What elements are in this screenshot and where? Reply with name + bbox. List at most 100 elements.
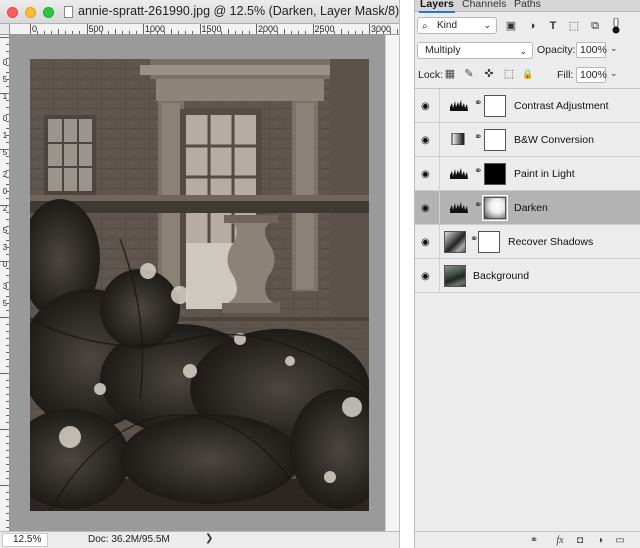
ruler-tick [6,191,9,192]
layer-style-icon[interactable]: fx [553,534,567,547]
ruler-tick [6,65,9,66]
black-white-adjustment-icon [451,133,465,145]
shape-filter-icon[interactable]: ⬚ [567,19,581,33]
minimize-window-button[interactable] [25,7,36,18]
document-size-info[interactable]: Doc: 36.2M/95.5M [88,534,170,545]
layer-row-contrast-adjustment[interactable]: ◉ ⚭ Contrast Adjustment [415,89,640,123]
layer-mask-thumbnail[interactable] [478,231,500,253]
layer-row-paint-in-light[interactable]: ◉ ⚭ Paint in Light [415,157,640,191]
ruler-tick [6,233,9,234]
lock-paint-icon[interactable]: ✎ [463,68,475,80]
layer-row-recover-shadows[interactable]: ◉ ⚭ Recover Shadows [415,225,640,259]
ruler-tick [6,184,9,185]
document-title: annie-spratt-261990.jpg @ 12.5% (Darken,… [78,4,408,18]
tab-channels[interactable]: Channels [462,0,506,10]
document-image[interactable] [30,59,369,511]
lock-all-icon[interactable]: 🔒 [522,68,534,80]
layer-thumbnail[interactable] [444,231,466,253]
layer-row-darken[interactable]: ◉ ⚭ Darken [415,191,640,225]
layer-mask-thumbnail[interactable] [484,95,506,117]
eye-icon[interactable]: ◉ [421,169,430,180]
lock-position-icon[interactable]: ✜ [483,68,495,80]
tab-layers[interactable]: Layers [420,0,454,10]
layer-row-bw-conversion[interactable]: ◉ ⚭ B&W Conversion [415,123,640,157]
vertical-ruler[interactable]: 05101520253035 [0,35,10,531]
blend-mode-select[interactable]: Multiply ⌄ [417,42,533,59]
zoom-level-field[interactable]: 12.5% [2,533,48,547]
layers-list: ◉ ⚭ Contrast Adjustment ◉ ⚭ B&W Conversi… [415,88,640,528]
lock-artboard-icon[interactable]: ⬚ [503,68,515,80]
document-titlebar[interactable]: annie-spratt-261990.jpg @ 12.5% (Darken,… [0,0,408,24]
eye-icon[interactable]: ◉ [421,135,430,146]
blend-opacity-row: Multiply ⌄ Opacity: 100% ⌄ [415,40,640,60]
eye-icon[interactable]: ◉ [421,237,430,248]
ruler-tick [0,373,9,374]
layer-name[interactable]: Darken [514,202,548,214]
layer-name[interactable]: Paint in Light [514,168,575,180]
ruler-minor-tick [72,31,74,34]
canvas-area[interactable] [10,35,385,531]
ruler-tick [6,114,9,115]
new-group-icon[interactable]: ▭ [613,534,627,547]
status-menu-arrow[interactable]: ❯ [205,533,213,544]
ruler-minor-tick [234,31,236,34]
ruler-major-tick [30,24,31,34]
maximize-window-button[interactable] [43,7,54,18]
ruler-origin[interactable] [0,24,10,35]
ruler-minor-tick [107,31,109,34]
lock-transparent-icon[interactable]: ▦ [444,68,456,80]
eye-icon[interactable]: ◉ [421,101,430,112]
mask-link-icon[interactable]: ⚭ [474,166,482,177]
horizontal-ruler[interactable]: 0 500 1000 1500 2000 2500 3000 [10,24,399,35]
ruler-tick [6,163,9,164]
filter-kind-select[interactable]: ⌕ Kind ⌄ [417,17,497,34]
fill-chevron-icon[interactable]: ⌄ [610,68,618,79]
ruler-tick [6,128,9,129]
mask-link-icon[interactable]: ⚭ [474,132,482,143]
ruler-tick [6,303,9,304]
eye-separator [439,225,440,259]
ruler-minor-tick [227,29,229,34]
link-layers-icon[interactable]: ⚭ [527,534,541,547]
layer-mask-thumbnail[interactable] [484,129,506,151]
eye-separator [439,259,440,293]
mask-link-icon[interactable]: ⚭ [474,200,482,211]
vertical-scrollbar[interactable] [385,35,399,531]
layer-mask-thumbnail[interactable] [482,195,508,221]
adjustment-filter-icon[interactable]: ◑ [525,19,539,33]
layer-row-background[interactable]: ◉ Background [415,259,640,293]
ruler-label: 3000 [371,24,392,34]
add-mask-icon[interactable]: ◘ [573,534,587,547]
eye-icon[interactable]: ◉ [421,203,430,214]
ruler-tick [6,422,9,423]
layer-name[interactable]: Recover Shadows [508,236,593,248]
ruler-major-tick [312,24,314,34]
ruler-tick [6,352,9,353]
ruler-tick [6,107,9,108]
mask-link-icon[interactable]: ⚭ [474,98,482,109]
ruler-tick [6,387,9,388]
panel-divider[interactable] [399,0,415,548]
opacity-chevron-icon[interactable]: ⌄ [610,43,618,54]
type-filter-icon[interactable]: T [546,19,560,33]
ruler-minor-tick [305,31,307,34]
ruler-tick [6,443,9,444]
fill-field[interactable]: 100% [576,67,607,83]
eye-separator [439,123,440,157]
layer-thumbnail[interactable] [444,265,466,287]
layer-name[interactable]: B&W Conversion [514,134,594,146]
tab-paths[interactable]: Paths [514,0,541,10]
smart-object-filter-icon[interactable]: ⧉ [588,19,602,33]
ruler-tick [6,212,9,213]
opacity-field[interactable]: 100% [576,42,607,58]
filter-kind-label: Kind [437,20,458,31]
new-adjustment-icon[interactable]: ◑ [593,534,607,547]
filter-toggle-icon[interactable] [612,18,620,34]
eye-icon[interactable]: ◉ [421,271,430,282]
pixel-filter-icon[interactable]: ▣ [504,19,518,33]
layer-name[interactable]: Contrast Adjustment [514,100,609,112]
layer-name[interactable]: Background [473,270,529,282]
layer-mask-thumbnail[interactable] [484,163,506,185]
ruler-tick [6,345,9,346]
close-window-button[interactable] [7,7,18,18]
